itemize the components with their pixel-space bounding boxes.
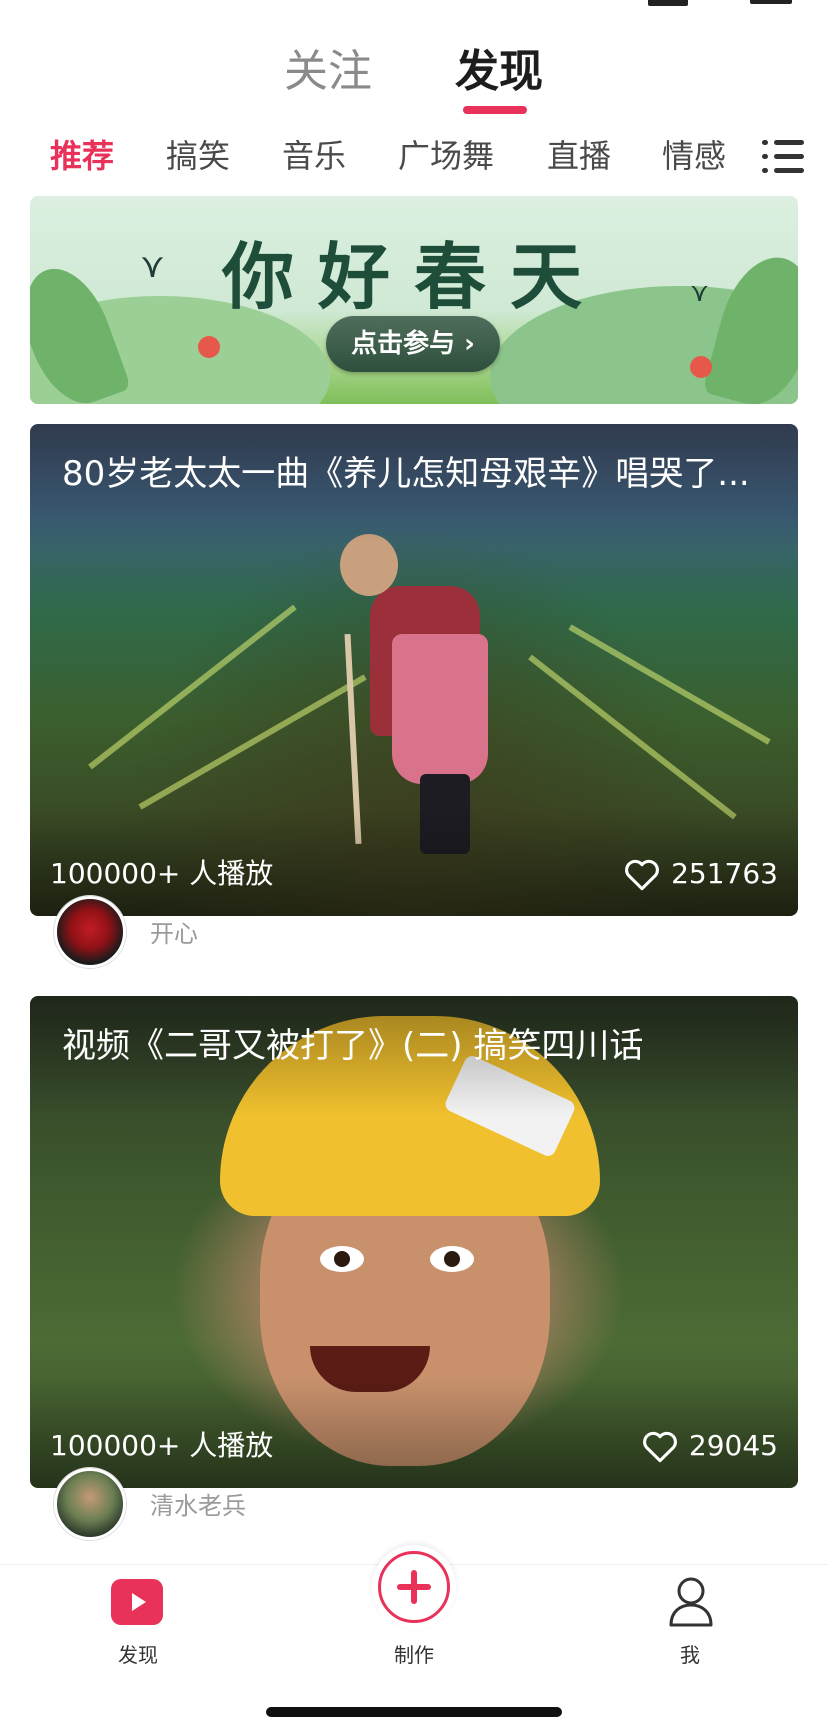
nav-discover-label: 发现 [118,1643,158,1667]
author-name[interactable]: 开心 [150,914,198,949]
battery-icon [750,0,792,4]
play-count: 100000+ 人播放 [50,1429,274,1462]
video-card[interactable]: 视频《二哥又被打了》(二) 搞笑四川话 100000+ 人播放 29045 [30,996,798,1488]
like-button[interactable]: 29045 [641,1426,778,1466]
flower-decoration [690,356,712,378]
like-button[interactable]: 251763 [623,854,778,894]
active-tab-indicator [463,106,527,114]
menu-icon[interactable] [762,136,804,176]
make-button[interactable] [372,1545,456,1629]
video-title: 80岁老太太一曲《养儿怎知母艰辛》唱哭了... [62,454,750,494]
category-music[interactable]: 音乐 [282,128,346,184]
category-funny[interactable]: 搞笑 [166,128,230,184]
spring-banner[interactable]: ⋎ ⋎ 你好春天 点击参与 › [30,196,798,404]
plus-icon [378,1551,450,1623]
heart-icon [643,1431,677,1463]
category-recommend[interactable]: 推荐 [50,128,114,184]
top-tabs: 关注 发现 [0,40,828,120]
tab-follow[interactable]: 关注 [284,40,372,104]
like-count: 29045 [688,1429,778,1462]
bottom-nav: 发现 制作 我 [0,1545,828,1732]
banner-title: 你好春天 [221,235,606,319]
nav-me-label: 我 [680,1643,700,1667]
avatar[interactable] [54,1468,126,1540]
video-title: 视频《二哥又被打了》(二) 搞笑四川话 [62,1026,644,1066]
flower-decoration [198,336,220,358]
category-emotion[interactable]: 情感 [662,128,726,184]
heart-icon [625,859,659,891]
like-count: 251763 [671,857,778,890]
avatar[interactable] [54,896,126,968]
category-live[interactable]: 直播 [547,128,611,184]
status-bar [0,0,828,20]
banner-join-button[interactable]: 点击参与 › [326,316,500,372]
home-indicator [266,1707,562,1717]
tab-discover[interactable]: 发现 [455,40,543,104]
nav-make-label: 制作 [394,1643,434,1667]
video-card[interactable]: 80岁老太太一曲《养儿怎知母艰辛》唱哭了... 100000+ 人播放 2517… [30,424,798,916]
play-icon [111,1579,163,1625]
author-name[interactable]: 清水老兵 [150,1486,246,1521]
user-icon [669,1577,713,1627]
signal-icon [648,0,688,6]
category-bar: 推荐 搞笑 音乐 广场舞 直播 情感 [0,128,828,184]
play-count: 100000+ 人播放 [50,857,274,890]
category-square-dance[interactable]: 广场舞 [398,128,494,184]
